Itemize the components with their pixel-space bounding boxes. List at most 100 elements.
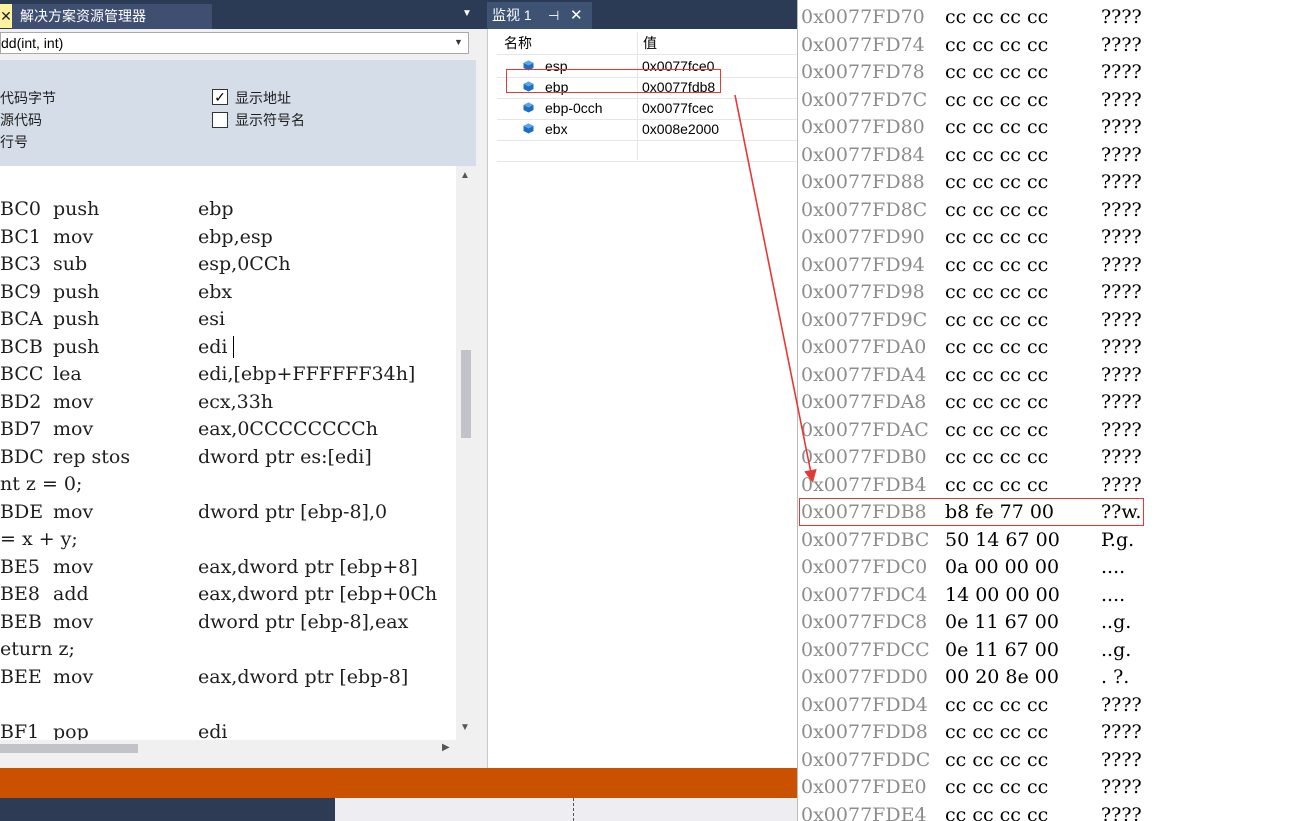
- memory-bytes: cc cc cc cc: [945, 253, 1049, 276]
- instruction-operand: ecx,33h: [198, 390, 274, 413]
- memory-bytes: cc cc cc cc: [945, 748, 1049, 771]
- memory-ascii: ????: [1101, 6, 1142, 28]
- horizontal-scroll-thumb[interactable]: [0, 744, 138, 753]
- column-divider[interactable]: [637, 32, 638, 160]
- memory-bytes: 50 14 67 00: [945, 528, 1060, 551]
- column-header-name[interactable]: 名称: [504, 32, 532, 55]
- instruction-mnemonic: push: [53, 308, 100, 330]
- memory-row[interactable]: 0x0077FDC8 0e 11 67 00 ..g.: [798, 609, 1293, 636]
- instruction-operand: edi,[ebp+FFFFFF34h]: [198, 363, 416, 385]
- memory-row[interactable]: 0x0077FDD8 cc cc cc cc????: [798, 719, 1293, 746]
- memory-row[interactable]: 0x0077FDCC 0e 11 67 00 ..g.: [798, 637, 1293, 664]
- memory-ascii: ????: [1101, 721, 1142, 743]
- pin-icon[interactable]: ⊣: [548, 2, 559, 29]
- instruction-address: BEE: [0, 665, 42, 688]
- close-icon[interactable]: ✕: [570, 2, 583, 29]
- memory-row[interactable]: 0x0077FDA0 cc cc cc cc????: [798, 334, 1293, 361]
- scroll-up-icon[interactable]: ▲: [460, 170, 470, 181]
- memory-address: 0x0077FD8C: [801, 198, 928, 221]
- memory-address: 0x0077FDD8: [801, 721, 928, 743]
- memory-address: 0x0077FD90: [801, 226, 925, 248]
- instruction-mnemonic: sub: [53, 253, 88, 275]
- memory-row[interactable]: 0x0077FDD0 00 20 8e 00 . ?.: [798, 664, 1293, 691]
- vertical-scrollbar[interactable]: [456, 166, 476, 740]
- scroll-right-icon[interactable]: ▶: [442, 742, 450, 753]
- memory-row[interactable]: 0x0077FDA4 cc cc cc cc????: [798, 362, 1293, 389]
- memory-row[interactable]: 0x0077FDC4 14 00 00 00....: [798, 582, 1293, 609]
- memory-row[interactable]: 0x0077FDC0 0a 00 00 00....: [798, 554, 1293, 581]
- text-caret: [233, 336, 234, 358]
- memory-row[interactable]: 0x0077FD74 cc cc cc cc????: [798, 32, 1293, 59]
- memory-bytes: 0e 11 67 00: [945, 611, 1059, 633]
- watch-value[interactable]: 0x0077fcec: [642, 98, 714, 118]
- instruction-operand: eax,dword ptr [ebp-8]: [198, 665, 409, 688]
- memory-row[interactable]: 0x0077FD78 cc cc cc cc????: [798, 59, 1293, 86]
- highlight-box-ebp-watch: [506, 69, 721, 93]
- instruction-address: BC9: [0, 280, 41, 303]
- memory-address: 0x0077FDE4: [801, 803, 927, 821]
- memory-row[interactable]: 0x0077FDBC 50 14 67 00 P.g.: [798, 527, 1293, 554]
- memory-row[interactable]: 0x0077FDE0 cc cc cc cc????: [798, 774, 1293, 801]
- splitter-divider: [573, 798, 574, 821]
- memory-ascii: ????: [1101, 336, 1142, 358]
- column-header-value[interactable]: 值: [643, 32, 657, 55]
- memory-row[interactable]: 0x0077FD70 cc cc cc cc????: [798, 4, 1293, 31]
- memory-bytes: cc cc cc cc: [945, 6, 1049, 28]
- scroll-down-icon[interactable]: ▼: [460, 722, 470, 733]
- memory-address: 0x0077FD80: [801, 116, 925, 138]
- instruction-mnemonic: push: [53, 198, 100, 220]
- show-address-checkbox[interactable]: ✓: [212, 89, 228, 105]
- memory-pane[interactable]: 0x0077FD70 cc cc cc cc???? 0x0077FD74 cc cc…: [797, 0, 1293, 821]
- close-icon[interactable]: ✕: [0, 4, 12, 28]
- memory-bytes: cc cc cc cc: [945, 116, 1049, 138]
- memory-row[interactable]: 0x0077FD88 cc cc cc cc????: [798, 169, 1293, 196]
- memory-ascii: ????: [1101, 776, 1142, 798]
- memory-bytes: cc cc cc cc: [945, 391, 1049, 413]
- instruction-address: BCC: [0, 363, 44, 385]
- instruction-operand: dword ptr [ebp-8],eax: [198, 610, 409, 633]
- tab-watch-1[interactable]: 监视 1 ⊣ ✕: [487, 2, 592, 29]
- instruction-address: BC1: [0, 225, 41, 248]
- memory-row[interactable]: 0x0077FD8C cc cc cc cc????: [798, 197, 1293, 224]
- memory-row[interactable]: 0x0077FDD4 cc cc cc cc????: [798, 692, 1293, 719]
- vertical-scroll-thumb[interactable]: [461, 350, 471, 438]
- memory-row[interactable]: 0x0077FDE4 cc cc cc cc????: [798, 802, 1293, 821]
- memory-row[interactable]: 0x0077FD98 cc cc cc cc????: [798, 279, 1293, 306]
- memory-bytes: cc cc cc cc: [945, 281, 1049, 303]
- instruction-mnemonic: mov: [53, 225, 94, 248]
- show-symbol-names-checkbox[interactable]: [212, 112, 228, 128]
- dropdown-arrow-icon[interactable]: ▼: [454, 37, 463, 47]
- option-source-code[interactable]: 源代码: [0, 110, 42, 130]
- memory-row[interactable]: 0x0077FDDC cc cc cc cc????: [798, 747, 1293, 774]
- memory-ascii: ????: [1101, 803, 1142, 821]
- memory-row[interactable]: 0x0077FD80 cc cc cc cc????: [798, 114, 1293, 141]
- option-code-bytes[interactable]: 代码字节: [0, 88, 56, 108]
- memory-row[interactable]: 0x0077FD90 cc cc cc cc????: [798, 224, 1293, 251]
- memory-row[interactable]: 0x0077FDAC cc cc cc cc????: [798, 417, 1293, 444]
- memory-bytes: cc cc cc cc: [945, 226, 1049, 248]
- memory-row[interactable]: 0x0077FDB4 cc cc cc cc????: [798, 472, 1293, 499]
- memory-row[interactable]: 0x0077FDB0 cc cc cc cc????: [798, 444, 1293, 471]
- instruction-operand: eax,0CCCCCCCCh: [198, 418, 378, 440]
- memory-row[interactable]: 0x0077FDA8 cc cc cc cc????: [798, 389, 1293, 416]
- memory-address: 0x0077FDA8: [801, 391, 927, 413]
- memory-address: 0x0077FDD0: [801, 666, 928, 688]
- disassembly-code[interactable]: BC0 push ebp BC1 mov ebp,esp BC3 sub esp,0CCh BC9…: [0, 166, 456, 740]
- instruction-operand: dword ptr [ebp-8],0: [198, 500, 388, 523]
- tab-solution-explorer[interactable]: 解决方案资源管理器: [12, 4, 212, 29]
- chevron-down-icon[interactable]: ▼: [462, 8, 472, 19]
- memory-bytes: cc cc cc cc: [945, 143, 1049, 166]
- instruction-mnemonic: mov: [53, 390, 94, 413]
- memory-bytes: 0e 11 67 00: [945, 638, 1059, 661]
- watch-name: ebp-0cch: [545, 100, 603, 116]
- function-selector[interactable]: dd(int, int): [0, 32, 469, 54]
- instruction-operand: edi: [198, 335, 228, 358]
- instruction-mnemonic: push: [53, 335, 100, 358]
- memory-address: 0x0077FDE0: [801, 776, 927, 798]
- watch-value[interactable]: 0x008e2000: [642, 119, 719, 139]
- memory-row[interactable]: 0x0077FD9C cc cc cc cc????: [798, 307, 1293, 334]
- option-line-numbers[interactable]: 行号: [0, 132, 28, 152]
- memory-row[interactable]: 0x0077FD7C cc cc cc cc????: [798, 87, 1293, 114]
- memory-row[interactable]: 0x0077FD94 cc cc cc cc????: [798, 252, 1293, 279]
- memory-row[interactable]: 0x0077FD84 cc cc cc cc????: [798, 142, 1293, 169]
